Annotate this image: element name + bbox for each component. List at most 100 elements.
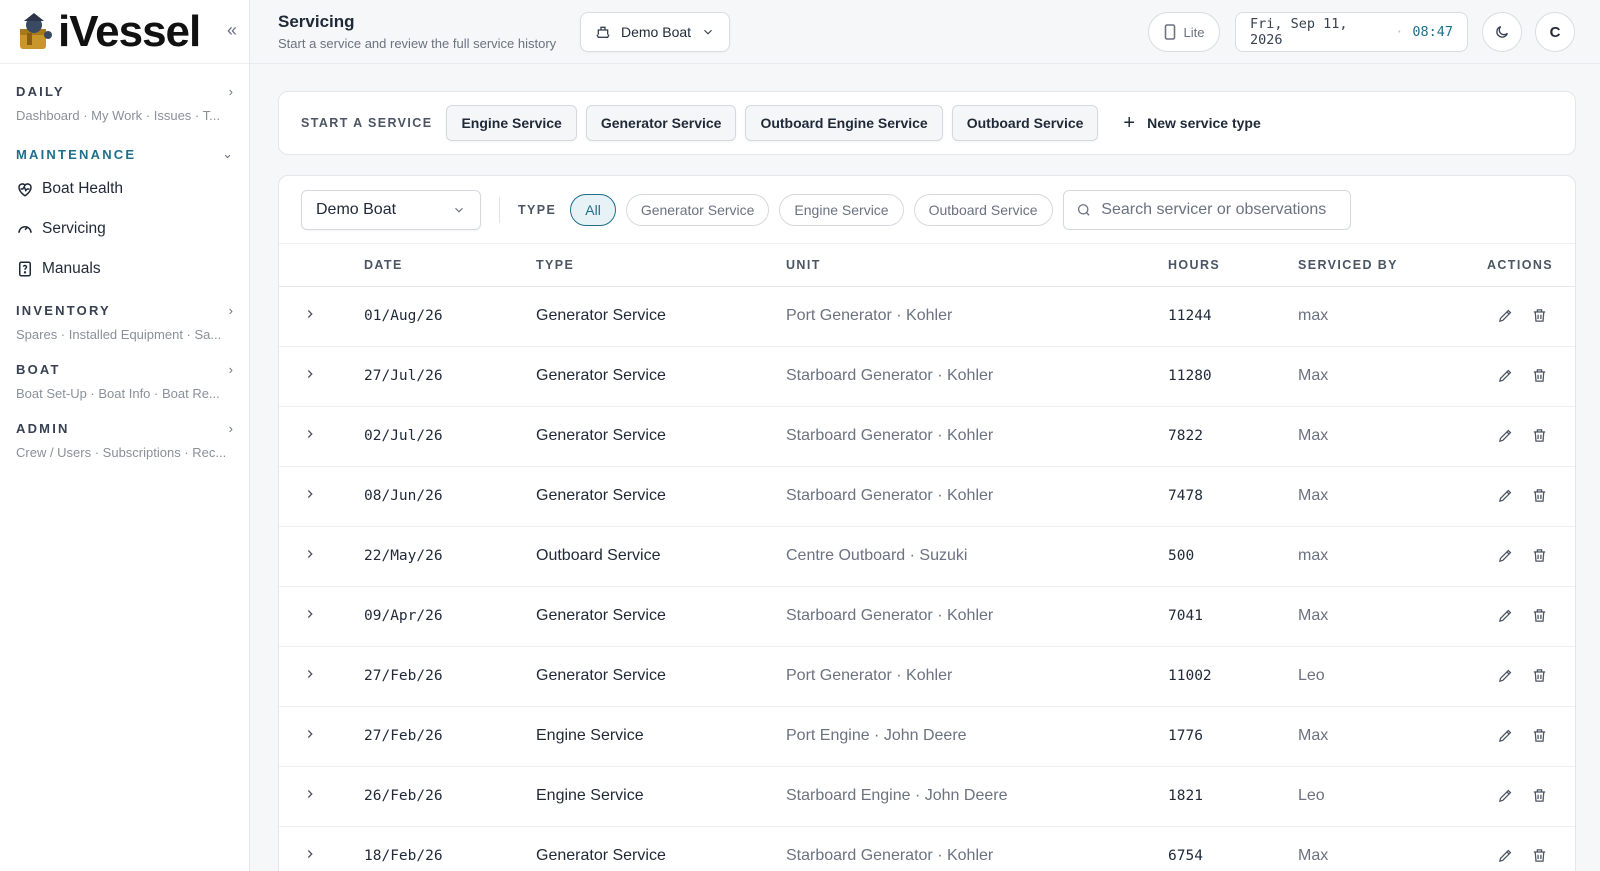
page-title: Servicing [278, 12, 355, 31]
nav-head-label: MAINTENANCE [16, 146, 137, 162]
sidebar-item-label: Boat Health [42, 180, 123, 197]
expand-row-button[interactable] [279, 826, 364, 871]
cell-type: Generator Service [536, 586, 786, 647]
new-service-type-label: New service type [1147, 115, 1261, 131]
delete-icon[interactable] [1527, 423, 1551, 447]
start-engine-service-button[interactable]: Engine Service [446, 105, 577, 141]
edit-icon[interactable] [1493, 363, 1517, 387]
delete-icon[interactable] [1527, 363, 1551, 387]
chip-all[interactable]: All [570, 193, 616, 226]
sidebar-item-boat-health[interactable]: Boat Health [16, 169, 233, 209]
chevron-right-icon: › [228, 420, 233, 436]
nav-head-boat[interactable]: BOAT › [16, 358, 233, 380]
nav-head-admin[interactable]: ADMIN › [16, 417, 233, 439]
expand-row-button[interactable] [279, 706, 364, 767]
cell-unit: Port Generator · Kohler [786, 286, 1168, 347]
chip-generator-service[interactable]: Generator Service [625, 193, 770, 226]
moon-icon [1496, 26, 1508, 38]
user-avatar[interactable]: C [1535, 12, 1575, 52]
delete-icon[interactable] [1527, 483, 1551, 507]
edit-icon[interactable] [1493, 483, 1517, 507]
delete-icon[interactable] [1527, 603, 1551, 627]
cell-serviced-by: Leo [1298, 766, 1473, 827]
delete-icon[interactable] [1527, 723, 1551, 747]
service-history-table: DATE TYPE UNIT HOURS SERVICED BY ACTIONS… [279, 244, 1575, 871]
cell-serviced-by: Max [1298, 346, 1473, 407]
cell-date: 18/Feb/26 [364, 826, 536, 871]
nav-head-daily[interactable]: DAILY › [16, 80, 233, 102]
expand-row-button[interactable] [279, 346, 364, 407]
expand-row-button[interactable] [279, 586, 364, 647]
table-row[interactable]: 27/Feb/26 Engine Service Port Engine · Joh… [279, 706, 1575, 767]
delete-icon[interactable] [1527, 663, 1551, 687]
edit-icon[interactable] [1493, 723, 1517, 747]
column-header-hours[interactable]: HOURS [1168, 244, 1298, 287]
sidebar-item-label: Manuals [42, 260, 101, 277]
delete-icon[interactable] [1527, 303, 1551, 327]
expand-row-button[interactable] [279, 646, 364, 707]
nav-sub-inventory[interactable]: Spares · Installed Equipment · Sa... [16, 327, 231, 342]
nav-sub-admin[interactable]: Crew / Users · Subscriptions · Rec... [16, 445, 231, 460]
sidebar-item-manuals[interactable]: Manuals [16, 249, 233, 289]
table-row[interactable]: 26/Feb/26 Engine Service Starboard Engine … [279, 766, 1575, 827]
start-outboard-service-button[interactable]: Outboard Service [951, 105, 1099, 141]
table-row[interactable]: 01/Aug/26 Generator Service Port Generator… [279, 286, 1575, 347]
table-row[interactable]: 27/Feb/26 Generator Service Port Generator… [279, 646, 1575, 707]
start-outboard-engine-service-button[interactable]: Outboard Engine Service [745, 105, 943, 141]
table-row[interactable]: 18/Feb/26 Generator Service Starboard Gene… [279, 826, 1575, 871]
start-generator-service-button[interactable]: Generator Service [585, 105, 737, 141]
manual-icon [16, 260, 42, 278]
nav-sub-boat[interactable]: Boat Set-Up · Boat Info · Boat Re... [16, 386, 231, 401]
edit-icon[interactable] [1493, 543, 1517, 567]
cell-actions [1473, 826, 1575, 871]
edit-icon[interactable] [1493, 783, 1517, 807]
search-input[interactable] [1101, 200, 1338, 219]
column-header-unit[interactable]: UNIT [786, 244, 1168, 287]
edit-icon[interactable] [1493, 423, 1517, 447]
boat-switcher[interactable]: Demo Boat [580, 12, 730, 52]
nav-admin: ADMIN › Crew / Users · Subscriptions · R… [0, 417, 249, 461]
table-row[interactable]: 09/Apr/26 Generator Service Starboard Gene… [279, 586, 1575, 647]
chevron-right-icon: › [228, 83, 233, 99]
cell-actions [1473, 286, 1575, 347]
table-row[interactable]: 22/May/26 Outboard Service Centre Outboard… [279, 526, 1575, 587]
expand-row-button[interactable] [279, 526, 364, 587]
boat-filter-select[interactable]: Demo Boat [301, 189, 481, 230]
expand-row-button[interactable] [279, 286, 364, 347]
chevron-right-icon [307, 369, 313, 378]
lite-mode-button[interactable]: Lite [1148, 12, 1220, 52]
theme-toggle-button[interactable] [1482, 12, 1522, 52]
service-history-card: Demo Boat TYPE All Generator Service Eng… [278, 175, 1576, 871]
column-header-date[interactable]: DATE [364, 244, 536, 287]
column-header-serviced-by[interactable]: SERVICED BY [1298, 244, 1473, 287]
datetime-display: Fri, Sep 11, 2026 · 08:47 [1235, 12, 1468, 52]
edit-icon[interactable] [1493, 663, 1517, 687]
table-row[interactable]: 02/Jul/26 Generator Service Starboard Gene… [279, 406, 1575, 467]
table-row[interactable]: 27/Jul/26 Generator Service Starboard Gene… [279, 346, 1575, 407]
nav-head-inventory[interactable]: INVENTORY › [16, 299, 233, 321]
sidebar-item-label: Servicing [42, 220, 106, 237]
table-row[interactable]: 08/Jun/26 Generator Service Starboard Gene… [279, 466, 1575, 527]
expand-row-button[interactable] [279, 466, 364, 527]
collapse-sidebar-icon[interactable]: « [227, 20, 237, 41]
edit-icon[interactable] [1493, 843, 1517, 867]
new-service-type-button[interactable]: + New service type [1123, 112, 1260, 135]
delete-icon[interactable] [1527, 843, 1551, 867]
sidebar-item-servicing[interactable]: Servicing [16, 209, 233, 249]
nav-sub-daily[interactable]: Dashboard · My Work · Issues · T... [16, 108, 231, 123]
nav-head-maintenance[interactable]: MAINTENANCE ⌄ [16, 143, 233, 165]
cell-serviced-by: Max [1298, 706, 1473, 767]
delete-icon[interactable] [1527, 783, 1551, 807]
boat-switcher-label: Demo Boat [621, 24, 692, 40]
column-header-type[interactable]: TYPE [536, 244, 786, 287]
chip-outboard-service[interactable]: Outboard Service [913, 193, 1053, 226]
expand-row-button[interactable] [279, 406, 364, 467]
delete-icon[interactable] [1527, 543, 1551, 567]
table-body: 01/Aug/26 Generator Service Port Generator… [279, 286, 1575, 871]
expand-row-button[interactable] [279, 766, 364, 827]
chip-engine-service[interactable]: Engine Service [779, 193, 904, 226]
edit-icon[interactable] [1493, 303, 1517, 327]
chevron-right-icon [307, 849, 313, 858]
edit-icon[interactable] [1493, 603, 1517, 627]
cell-type: Generator Service [536, 406, 786, 467]
